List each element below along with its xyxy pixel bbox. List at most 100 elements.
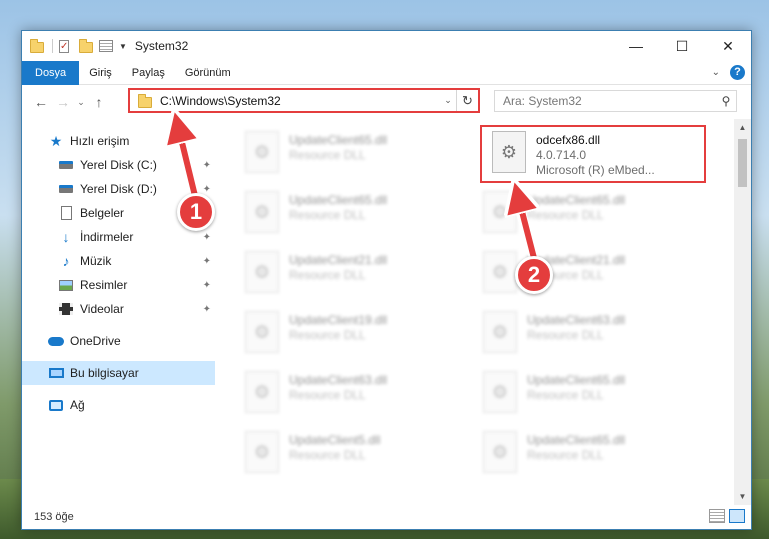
navigation-bar: ← → ⌄ ↑ C:\Windows\System32 ⌄ ↻ Ara: Sys…	[22, 85, 751, 119]
properties-check-icon[interactable]: ✓	[59, 38, 75, 54]
file-tile[interactable]: ⚙ UpdateClient63.dll Resource DLL	[235, 367, 471, 425]
sidebar-item-label: Videolar	[80, 302, 124, 316]
sidebar-item-label: Yerel Disk (C:)	[80, 158, 157, 172]
properties-icon[interactable]	[99, 38, 115, 54]
file-name: UpdateClient65.dll	[289, 193, 388, 207]
title-bar: ✓ ▼ System32 — ☐ ✕	[22, 31, 751, 61]
dll-file-icon: ⚙	[245, 431, 279, 473]
recent-locations-chevron-icon[interactable]: ⌄	[74, 97, 88, 108]
pin-icon[interactable]: ✦	[203, 304, 211, 315]
tab-view[interactable]: Görünüm	[175, 61, 241, 85]
file-type: Resource DLL	[527, 388, 604, 402]
forward-arrow-icon[interactable]: →	[52, 94, 74, 110]
address-path[interactable]: C:\Windows\System32	[160, 94, 440, 108]
sidebar-item-quick-access[interactable]: ★ Hızlı erişim	[22, 129, 215, 153]
window-title: System32	[134, 39, 189, 53]
dll-file-icon: ⚙	[483, 431, 517, 473]
document-icon	[58, 205, 74, 221]
search-icon[interactable]: ⚲	[716, 94, 736, 108]
file-tile[interactable]: ⚙ UpdateClient21.dll Resource DLL	[473, 247, 709, 305]
scroll-up-arrow-icon[interactable]: ▲	[734, 119, 751, 136]
file-type: Resource DLL	[289, 388, 366, 402]
refresh-icon[interactable]: ↻	[456, 90, 478, 111]
vertical-scrollbar[interactable]: ▲ ▼	[734, 119, 751, 505]
close-button[interactable]: ✕	[705, 31, 751, 61]
help-icon[interactable]: ?	[730, 65, 745, 80]
folder-icon	[30, 38, 46, 54]
file-version: 4.0.714.0	[536, 148, 587, 162]
maximize-button[interactable]: ☐	[659, 31, 705, 61]
sidebar-item-label: Resimler	[80, 278, 128, 292]
ribbon-tab-bar: Dosya Giriş Paylaş Görünüm ⌄ ?	[22, 60, 751, 85]
file-tile[interactable]: ⚙ UpdateClient63.dll Resource DLL	[473, 307, 709, 365]
file-tile-odcefx86[interactable]: ⚙ odcefx86.dll 4.0.714.0 Microsoft (R) e…	[480, 125, 706, 183]
step-callout-1: 1	[177, 193, 215, 231]
sidebar-item-music[interactable]: ♪ Müzik ✦	[22, 249, 215, 273]
details-view-icon[interactable]	[709, 509, 725, 523]
download-icon: ↓	[62, 229, 70, 245]
file-tile[interactable]: ⚙ UpdateClient65.dll Resource DLL	[473, 427, 709, 485]
up-arrow-icon[interactable]: ↑	[88, 94, 110, 110]
minimize-button[interactable]: —	[613, 31, 659, 61]
file-tile[interactable]: ⚙ UpdateClient65.dll Resource DLL	[235, 187, 471, 245]
large-icons-view-icon[interactable]	[729, 509, 745, 523]
search-input[interactable]: Ara: System32 ⚲	[494, 90, 737, 112]
file-tile[interactable]: ⚙ UpdateClient19.dll Resource DLL	[235, 307, 471, 365]
tab-file[interactable]: Dosya	[22, 60, 80, 85]
customize-toolbar-chevron-icon[interactable]: ▼	[119, 42, 127, 51]
dll-file-icon: ⚙	[483, 371, 517, 413]
file-type: Resource DLL	[289, 148, 366, 162]
drive-icon	[58, 181, 74, 197]
pictures-icon	[58, 277, 74, 293]
file-name: UpdateClient19.dll	[289, 313, 388, 327]
file-name: UpdateClient63.dll	[289, 373, 388, 387]
dll-file-icon: ⚙	[483, 311, 517, 353]
pin-icon[interactable]: ✦	[203, 256, 211, 267]
file-tile[interactable]: ⚙ UpdateClient5.dll Resource DLL	[235, 427, 471, 485]
pin-icon[interactable]: ✦	[203, 232, 211, 243]
videos-icon	[58, 301, 74, 317]
pin-icon[interactable]: ✦	[203, 184, 211, 195]
file-name: UpdateClient63.dll	[527, 313, 626, 327]
dll-file-icon: ⚙	[245, 251, 279, 293]
back-arrow-icon[interactable]: ←	[30, 94, 52, 110]
star-icon: ★	[49, 132, 63, 149]
sidebar-item-label: Ağ	[70, 398, 85, 412]
sidebar-item-label: Yerel Disk (D:)	[80, 182, 157, 196]
dll-file-icon: ⚙	[483, 251, 517, 293]
file-tile[interactable]: ⚙ UpdateClient65.dll Resource DLL	[473, 187, 709, 245]
file-explorer-window: ✓ ▼ System32 — ☐ ✕ Dosya Giriş Paylaş Gö…	[21, 30, 752, 530]
scroll-down-arrow-icon[interactable]: ▼	[734, 488, 751, 505]
navigation-pane: ★ Hızlı erişim Yerel Disk (C:) ✦ Yerel D…	[22, 119, 215, 505]
address-bar[interactable]: C:\Windows\System32 ⌄ ↻	[128, 88, 480, 113]
search-placeholder: Ara: System32	[503, 94, 582, 108]
file-tile[interactable]: ⚙ UpdateClient65.dll Resource DLL	[235, 127, 471, 185]
dll-file-icon: ⚙	[245, 371, 279, 413]
new-folder-icon[interactable]	[79, 38, 95, 54]
expand-ribbon-chevron-icon[interactable]: ⌄	[712, 67, 720, 78]
sidebar-item-network[interactable]: Ağ	[22, 393, 215, 417]
file-name: UpdateClient21.dll	[289, 253, 388, 267]
file-name: UpdateClient65.dll	[527, 433, 626, 447]
sidebar-item-label: Belgeler	[80, 206, 125, 220]
file-tile[interactable]: ⚙ UpdateClient65.dll Resource DLL	[473, 367, 709, 425]
file-type: Resource DLL	[527, 208, 604, 222]
sidebar-item-pictures[interactable]: Resimler ✦	[22, 273, 215, 297]
file-tile[interactable]: ⚙ UpdateClient21.dll Resource DLL	[235, 247, 471, 305]
file-name: UpdateClient65.dll	[527, 193, 626, 207]
sidebar-item-onedrive[interactable]: OneDrive	[22, 329, 215, 353]
sidebar-item-videos[interactable]: Videolar ✦	[22, 297, 215, 321]
tab-share[interactable]: Paylaş	[122, 61, 175, 85]
sidebar-item-this-pc[interactable]: Bu bilgisayar	[22, 361, 215, 385]
sidebar-item-local-disk-c[interactable]: Yerel Disk (C:) ✦	[22, 153, 215, 177]
tab-home[interactable]: Giriş	[79, 61, 122, 85]
pin-icon[interactable]: ✦	[203, 160, 211, 171]
address-dropdown-chevron-icon[interactable]: ⌄	[440, 95, 456, 106]
computer-icon	[48, 365, 64, 381]
file-type: Resource DLL	[527, 328, 604, 342]
file-type: Resource DLL	[527, 448, 604, 462]
pin-icon[interactable]: ✦	[203, 280, 211, 291]
file-name: UpdateClient65.dll	[289, 133, 388, 147]
file-name: UpdateClient5.dll	[289, 433, 381, 447]
scrollbar-thumb[interactable]	[738, 139, 747, 187]
